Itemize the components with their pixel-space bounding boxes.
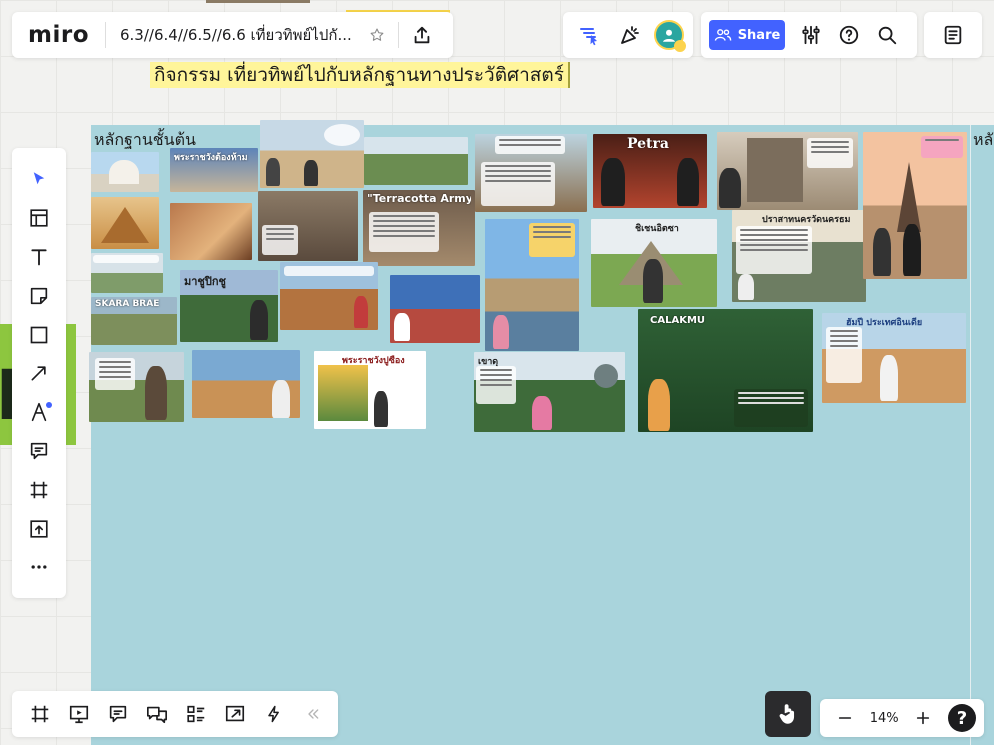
- presentation-icon[interactable]: [59, 695, 98, 734]
- attention-icon[interactable]: [572, 18, 606, 52]
- search-icon[interactable]: [869, 17, 905, 53]
- card-taj-mahal[interactable]: [91, 152, 159, 192]
- collaboration-bar: [563, 12, 693, 58]
- card-pyramid[interactable]: [91, 197, 159, 249]
- collapse-icon[interactable]: [293, 695, 332, 734]
- card-tiwanaku[interactable]: [717, 132, 858, 210]
- next-frame-label[interactable]: หลั: [973, 128, 993, 153]
- share-screen-icon[interactable]: [215, 695, 254, 734]
- offscreen-image-strip[interactable]: [206, 0, 310, 3]
- activity-title[interactable]: กิจกรรม เที่ยวทิพย์ไปกับหลักฐานทางประวัต…: [150, 62, 570, 88]
- card-title: Petra: [627, 136, 669, 152]
- next-frame[interactable]: [970, 125, 994, 745]
- card-petra-canyon[interactable]: [170, 203, 252, 260]
- zoom-controls: 14% ?: [820, 699, 984, 737]
- pen-active-dot-icon: [46, 401, 52, 408]
- zoom-out-icon[interactable]: [834, 707, 856, 729]
- card-title: ฮัมปี ประเทศอินเดีย: [846, 318, 923, 328]
- card-building[interactable]: พระราชวังต้องห้าม: [170, 148, 258, 192]
- templates-icon[interactable]: [19, 199, 59, 238]
- lightning-icon[interactable]: [254, 695, 293, 734]
- pen-icon[interactable]: [19, 393, 59, 432]
- comments-panel-icon[interactable]: [98, 695, 137, 734]
- frame-icon[interactable]: [19, 470, 59, 509]
- celebrate-icon[interactable]: [613, 18, 647, 52]
- card-title: มาชูปิกชู: [184, 275, 227, 288]
- miro-logo[interactable]: miro: [28, 22, 89, 48]
- card-colosseum-2[interactable]: [475, 134, 587, 212]
- comment-icon[interactable]: [19, 432, 59, 471]
- sticky-note-icon[interactable]: [19, 276, 59, 315]
- help-button[interactable]: ?: [947, 704, 976, 732]
- card-machu-picchu[interactable]: มาชูปิกชู: [180, 270, 278, 342]
- card-parthenon[interactable]: [260, 120, 364, 188]
- card-skara-brae[interactable]: SKARA BRAE: [91, 297, 177, 345]
- card-chichen-itza[interactable]: ชิเชนอิตซา: [591, 219, 717, 307]
- help-icon[interactable]: [831, 17, 867, 53]
- upload-icon[interactable]: [19, 509, 59, 548]
- card-hampi[interactable]: ฮัมปี ประเทศอินเดีย: [822, 313, 966, 403]
- card-title: SKARA BRAE: [95, 299, 160, 309]
- zoom-in-icon[interactable]: [912, 707, 934, 729]
- text-icon[interactable]: [19, 238, 59, 277]
- hand-icon: [779, 704, 795, 724]
- zoom-level[interactable]: 14%: [870, 711, 899, 726]
- card-potala[interactable]: [390, 275, 480, 343]
- board-outline-icon[interactable]: [176, 695, 215, 734]
- card-khao-du[interactable]: เขาดุ: [474, 352, 625, 432]
- card-angkor[interactable]: ปราสาทนครวัดนครธม: [732, 210, 866, 302]
- shape-icon[interactable]: [19, 315, 59, 354]
- bottom-toolbar: [12, 691, 338, 737]
- board-name[interactable]: 6.3//6.4//6.5//6.6 เที่ยวทิพย์ไปกั...: [120, 23, 356, 47]
- board-header: miro 6.3//6.4//6.5//6.6 เที่ยวทิพย์ไปกั.…: [12, 12, 453, 58]
- card-temple-ruins[interactable]: [280, 262, 378, 330]
- card-moai[interactable]: [89, 352, 184, 422]
- frames-panel-icon[interactable]: [20, 695, 59, 734]
- notes-icon[interactable]: [935, 17, 971, 53]
- chat-icon[interactable]: [137, 695, 176, 734]
- hand-tool-button[interactable]: [765, 691, 811, 737]
- card-title: ปราสาทนครวัดนครธม: [762, 215, 851, 225]
- export-icon[interactable]: [405, 18, 439, 52]
- card-title: CALAKMU: [650, 315, 706, 326]
- card-colosseum[interactable]: [192, 350, 300, 418]
- card-petra[interactable]: Petra: [593, 134, 707, 208]
- lightning-badge-icon: [673, 40, 686, 52]
- card-eiffel[interactable]: [863, 132, 967, 279]
- card-pagoda[interactable]: พระราชวังปูซือง: [314, 351, 426, 429]
- card-calakmul[interactable]: CALAKMU: [638, 309, 813, 432]
- share-label: Share: [737, 27, 781, 43]
- settings-sliders-icon[interactable]: [793, 17, 829, 53]
- people-icon: [714, 29, 731, 41]
- share-button[interactable]: Share: [709, 20, 785, 50]
- notes-panel: [924, 12, 982, 58]
- select-cursor-icon[interactable]: [19, 160, 59, 199]
- card-terracotta[interactable]: "Terracotta Army": [363, 190, 475, 266]
- card-stonehenge[interactable]: [91, 253, 163, 293]
- card-cave-temple[interactable]: [258, 191, 358, 261]
- creation-toolbar: [12, 148, 66, 598]
- more-icon[interactable]: [19, 548, 59, 587]
- card-title: "Terracotta Army": [367, 192, 471, 205]
- card-mont-saint-michel[interactable]: [485, 219, 579, 351]
- header-divider: [398, 22, 399, 48]
- user-avatar[interactable]: [653, 20, 686, 52]
- connection-line-icon[interactable]: [19, 354, 59, 393]
- header-divider: [105, 22, 106, 48]
- card-great-wall[interactable]: [364, 137, 468, 185]
- star-icon[interactable]: [362, 20, 392, 50]
- action-bar: Share: [701, 12, 917, 58]
